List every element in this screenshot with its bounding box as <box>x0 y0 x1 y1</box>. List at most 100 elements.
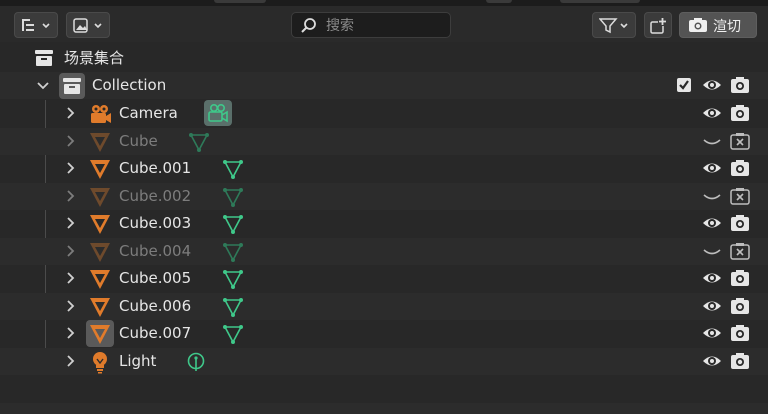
collection-row[interactable]: Collection <box>0 72 768 99</box>
mesh-object-icon <box>90 298 110 317</box>
mesh-data-icon[interactable] <box>222 323 244 345</box>
collapse-chevron-icon[interactable] <box>37 80 49 92</box>
filter-display-dropdown[interactable] <box>66 12 110 38</box>
object-name: Cube.002 <box>119 187 192 205</box>
mesh-data-icon[interactable] <box>222 241 244 263</box>
outliner-item-cube[interactable]: Cube <box>0 128 768 155</box>
render-camera-icon[interactable] <box>729 157 751 179</box>
expand-chevron-icon[interactable] <box>65 107 77 119</box>
scene-collection-row[interactable]: 场景集合 <box>0 45 768 72</box>
mesh-object-icon <box>90 215 110 234</box>
search-input[interactable] <box>324 16 448 36</box>
outliner-item-cube-007[interactable]: Cube.007 <box>0 320 768 347</box>
eye-icon[interactable] <box>701 350 723 372</box>
mesh-data-icon[interactable] <box>222 186 244 208</box>
outliner-item-cube-005[interactable]: Cube.005 <box>0 265 768 292</box>
render-camera-icon[interactable] <box>729 295 751 317</box>
eye-icon[interactable] <box>701 295 723 317</box>
eye-icon[interactable] <box>701 212 723 234</box>
mesh-object-icon <box>90 270 110 289</box>
expand-chevron-icon[interactable] <box>65 190 77 202</box>
mesh-data-icon[interactable] <box>222 296 244 318</box>
light-data-icon[interactable] <box>185 351 207 373</box>
expand-chevron-icon[interactable] <box>65 162 77 174</box>
render-disabled-icon[interactable] <box>729 130 751 152</box>
outliner-item-cube-006[interactable]: Cube.006 <box>0 293 768 320</box>
expand-chevron-icon[interactable] <box>65 272 77 284</box>
outliner-header: 渲切 <box>0 6 768 42</box>
empty-row <box>0 403 768 414</box>
eye-icon[interactable] <box>701 102 723 124</box>
collection-label: Collection <box>92 76 167 94</box>
mesh-data-icon[interactable] <box>222 268 244 290</box>
object-name: Cube.007 <box>119 324 192 342</box>
object-name: Cube <box>119 132 158 150</box>
search-icon <box>301 18 316 33</box>
image-view-icon <box>73 18 102 33</box>
eye-icon[interactable] <box>701 267 723 289</box>
render-camera-icon[interactable] <box>729 267 751 289</box>
scene-collection-label: 场景集合 <box>64 49 125 67</box>
mesh-object-icon <box>90 160 110 179</box>
mesh-data-icon[interactable] <box>188 131 210 153</box>
expand-chevron-icon[interactable] <box>65 300 77 312</box>
render-disabled-icon[interactable] <box>729 240 751 262</box>
collection-box-icon <box>63 78 81 94</box>
object-name: Cube.006 <box>119 297 192 315</box>
mesh-data-icon[interactable] <box>222 158 244 180</box>
outliner-item-cube-003[interactable]: Cube.003 <box>0 210 768 237</box>
render-label: 渲切 <box>713 19 741 35</box>
expand-chevron-icon[interactable] <box>65 245 77 257</box>
render-disabled-icon[interactable] <box>729 185 751 207</box>
new-collection-icon <box>650 17 667 34</box>
scene-collection-icon <box>35 50 53 66</box>
mesh-object-icon <box>90 325 110 344</box>
eye-icon[interactable] <box>701 74 723 96</box>
expand-chevron-icon[interactable] <box>65 327 77 339</box>
funnel-icon <box>599 18 628 34</box>
outliner-item-cube-002[interactable]: Cube.002 <box>0 183 768 210</box>
expand-chevron-icon[interactable] <box>65 135 77 147</box>
camera-data-icon[interactable] <box>207 102 229 124</box>
eye-closed-icon[interactable] <box>701 130 723 152</box>
mesh-object-icon <box>90 243 110 262</box>
render-button[interactable]: 渲切 <box>679 12 757 38</box>
top-tab-segment <box>486 0 512 3</box>
eye-icon[interactable] <box>701 157 723 179</box>
camera-render-icon <box>689 18 707 32</box>
top-tab-segment <box>214 0 266 3</box>
object-name: Camera <box>119 104 178 122</box>
outliner-item-cube-004[interactable]: Cube.004 <box>0 238 768 265</box>
render-camera-icon[interactable] <box>729 74 751 96</box>
outliner-item-light[interactable]: Light <box>0 348 768 375</box>
object-name: Cube.001 <box>119 159 192 177</box>
object-name: Light <box>119 352 157 370</box>
outliner-tree-icon <box>22 19 50 31</box>
eye-icon[interactable] <box>701 322 723 344</box>
eye-closed-icon[interactable] <box>701 240 723 262</box>
top-tab-segment <box>560 0 640 3</box>
camera-object-icon <box>91 105 111 123</box>
new-collection-button[interactable] <box>644 12 672 38</box>
search-field[interactable] <box>291 12 451 38</box>
render-camera-icon[interactable] <box>729 350 751 372</box>
filter-dropdown[interactable] <box>592 12 636 38</box>
object-name: Cube.004 <box>119 242 192 260</box>
expand-chevron-icon[interactable] <box>65 355 77 367</box>
mesh-object-icon <box>90 133 110 152</box>
mesh-object-icon <box>90 188 110 207</box>
exclude-checkbox[interactable] <box>675 76 693 94</box>
outliner-item-cube-001[interactable]: Cube.001 <box>0 155 768 182</box>
expand-chevron-icon[interactable] <box>65 217 77 229</box>
render-camera-icon[interactable] <box>729 102 751 124</box>
object-name: Cube.005 <box>119 269 192 287</box>
light-object-icon <box>93 352 107 374</box>
render-camera-icon[interactable] <box>729 322 751 344</box>
display-mode-dropdown[interactable] <box>14 12 58 38</box>
object-name: Cube.003 <box>119 214 192 232</box>
outliner-item-camera[interactable]: Camera <box>0 100 768 127</box>
render-camera-icon[interactable] <box>729 212 751 234</box>
mesh-data-icon[interactable] <box>222 213 244 235</box>
empty-row <box>0 376 768 403</box>
eye-closed-icon[interactable] <box>701 185 723 207</box>
